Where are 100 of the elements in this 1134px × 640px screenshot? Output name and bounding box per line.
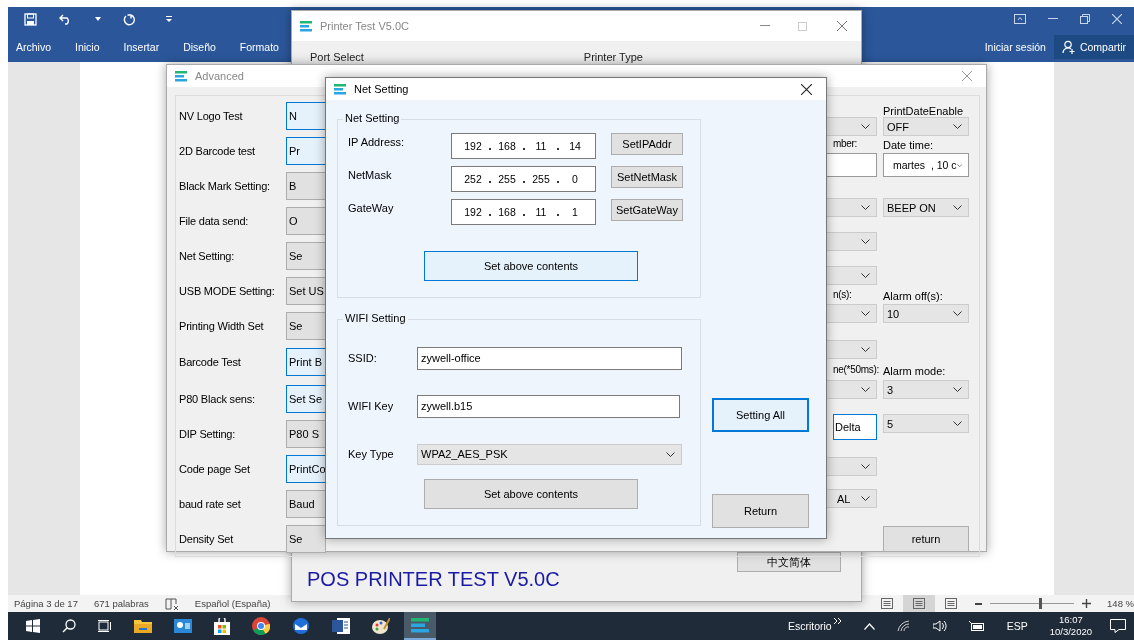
- input-language[interactable]: ESP: [1006, 620, 1028, 632]
- folder-icon[interactable]: [134, 619, 152, 633]
- view-mode-button[interactable]: [903, 595, 936, 612]
- language-status[interactable]: Español (España): [194, 598, 271, 609]
- page-layout-icon: [945, 598, 958, 609]
- close-icon[interactable]: [801, 83, 812, 95]
- word-count[interactable]: 671 palabras: [93, 598, 149, 609]
- field-label: mber:: [833, 138, 859, 149]
- setting-label: USB MODE Setting:: [179, 284, 276, 297]
- setting-label: Printing Width Set: [179, 319, 265, 332]
- task-view-icon[interactable]: [98, 620, 112, 632]
- return-button[interactable]: Return: [712, 494, 809, 528]
- ribbon-tab[interactable]: Inicio: [75, 40, 100, 53]
- redo-icon[interactable]: [123, 12, 136, 26]
- mail-icon[interactable]: [292, 618, 310, 634]
- notification-icon[interactable]: [1110, 619, 1126, 633]
- setting-button[interactable]: Baud: [286, 489, 326, 518]
- ssid-field[interactable]: zywell-office: [417, 346, 682, 370]
- clock-time[interactable]: 16:07: [1058, 614, 1083, 626]
- page-count[interactable]: Página 3 de 17: [14, 598, 78, 609]
- share-button[interactable]: Compartir: [1053, 34, 1134, 59]
- dropdown[interactable]: BEEP ON: [883, 198, 969, 217]
- chevron-down-icon: [861, 239, 870, 244]
- dropdown[interactable]: OFF: [883, 117, 969, 136]
- speaker-icon[interactable]: [932, 620, 947, 632]
- apply-button[interactable]: Set above contents: [424, 479, 638, 509]
- chevron-down-icon: [861, 347, 870, 352]
- ribbon-display-icon[interactable]: [1014, 14, 1026, 24]
- window-title: Printer Test V5.0C: [320, 20, 410, 32]
- save-icon[interactable]: [24, 12, 37, 26]
- setting-button[interactable]: O: [286, 206, 326, 235]
- setting-label: P80 Black sens:: [179, 392, 256, 405]
- proofing-book-icon[interactable]: [164, 597, 179, 610]
- ip-address-field[interactable]: 252 255 255 0: [451, 166, 596, 192]
- ribbon-tab[interactable]: Archivo: [16, 40, 51, 53]
- shopping-bag-icon[interactable]: [214, 617, 230, 635]
- ribbon-tab[interactable]: Insertar: [123, 40, 160, 53]
- setting-button[interactable]: Set Se: [286, 384, 326, 413]
- key-type-dropdown[interactable]: WPA2_AES_PSK: [417, 443, 682, 465]
- setting-button[interactable]: Print B: [286, 348, 326, 376]
- setting-button[interactable]: Set US: [286, 276, 326, 305]
- taskbar-app-button[interactable]: [404, 612, 436, 640]
- double-chevron-icon[interactable]: [833, 618, 842, 624]
- action-button[interactable]: Delta: [833, 414, 877, 440]
- setting-button[interactable]: Se: [286, 241, 326, 270]
- wifi-icon[interactable]: [896, 620, 911, 632]
- chevron-down-icon: [861, 311, 870, 316]
- date-picker[interactable]: martes , 10 c: [883, 153, 969, 177]
- chevron-down-icon: [666, 451, 675, 457]
- chevron-down-icon: [861, 496, 870, 501]
- palette-icon[interactable]: [372, 618, 390, 634]
- battery-icon[interactable]: [968, 621, 985, 631]
- sign-in-link[interactable]: Iniciar sesión: [984, 40, 1046, 53]
- chevron-down-icon: [861, 205, 870, 210]
- zoom-level[interactable]: 148 %: [1107, 598, 1134, 609]
- setting-button[interactable]: P80 S: [286, 419, 326, 448]
- setting-button[interactable]: N: [286, 101, 326, 130]
- customize-caret-icon[interactable]: [166, 16, 172, 22]
- set-button[interactable]: SetGateWay: [611, 199, 683, 221]
- apply-button[interactable]: Set above contents: [424, 251, 638, 281]
- setting-button[interactable]: Se: [286, 311, 326, 340]
- zoom-out-icon[interactable]: [975, 602, 983, 605]
- document-icon[interactable]: [332, 618, 350, 634]
- dropdown[interactable]: 3: [883, 380, 969, 399]
- caret-icon[interactable]: [95, 17, 101, 21]
- dropdown[interactable]: 5: [883, 414, 969, 433]
- browser-icon[interactable]: [252, 617, 270, 635]
- set-button[interactable]: SetNetMask: [611, 166, 683, 188]
- setting-label: baud rate set: [179, 497, 242, 510]
- setting-button[interactable]: PrintCo: [286, 454, 326, 483]
- group-title: Net Setting: [343, 112, 402, 124]
- photo-viewer-icon[interactable]: [174, 619, 192, 633]
- action-button[interactable]: return: [883, 526, 969, 552]
- setting-label: Barcode Test: [179, 356, 242, 368]
- dropdown[interactable]: 10: [883, 304, 969, 323]
- wifi-key-field[interactable]: zywell.b15: [417, 394, 680, 418]
- desktop-toolbar[interactable]: Escritorio: [787, 620, 832, 632]
- ribbon-tab[interactable]: Formato: [239, 40, 279, 53]
- clock-date[interactable]: 10/3/2020: [1049, 626, 1092, 638]
- setting-button[interactable]: Pr: [286, 136, 326, 165]
- ribbon-tab[interactable]: Diseño: [183, 40, 216, 53]
- search-icon[interactable]: [62, 619, 76, 633]
- chevron-down-icon: [953, 124, 962, 129]
- chevron-up-icon[interactable]: [863, 622, 875, 630]
- field-label: Key Type: [348, 448, 395, 460]
- setting-label: NV Logo Test: [179, 109, 244, 122]
- zoom-in-icon[interactable]: [1082, 599, 1092, 608]
- setting-all-button[interactable]: Setting All: [712, 398, 809, 432]
- setting-label: File data send:: [179, 214, 250, 227]
- setting-button[interactable]: B: [286, 171, 326, 200]
- set-button[interactable]: SetIPAddr: [611, 133, 683, 155]
- restore-icon[interactable]: [1080, 14, 1090, 24]
- minimize-icon[interactable]: [760, 25, 770, 27]
- setting-button[interactable]: Se: [286, 524, 326, 553]
- windows-start-icon[interactable]: [26, 619, 40, 633]
- language-button[interactable]: 中文简体: [737, 552, 841, 572]
- minimize-icon[interactable]: [1048, 18, 1058, 20]
- ip-address-field[interactable]: 192 168 11 1: [451, 199, 596, 225]
- stripes-logo-icon: [300, 20, 312, 32]
- ip-address-field[interactable]: 192 168 11 14: [451, 133, 596, 159]
